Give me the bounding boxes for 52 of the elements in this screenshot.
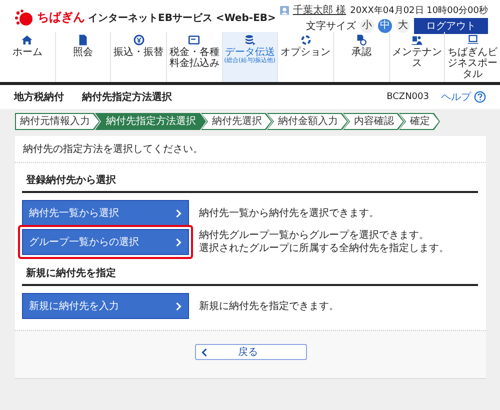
- section-heading: 新規に納付先を指定: [22, 258, 478, 286]
- nav-tab[interactable]: 照会: [54, 32, 110, 82]
- progress-step: 内容確認: [343, 113, 404, 130]
- progress-step: 確定: [399, 113, 440, 130]
- font-size-button[interactable]: 大: [396, 19, 410, 33]
- instruction-text: 納付先の指定方法を選択してください。: [15, 136, 486, 163]
- progress-step: 納付元情報入力: [15, 113, 100, 130]
- font-size-label: 文字サイズ: [306, 20, 356, 33]
- nav-tab[interactable]: 振込・振替: [110, 32, 166, 82]
- nav-tab[interactable]: 承認: [333, 32, 389, 82]
- option-button[interactable]: 新規に納付先を入力: [22, 293, 189, 319]
- gear-icon: [300, 34, 312, 46]
- home-icon: [21, 34, 34, 46]
- chevron-left-icon: [200, 348, 208, 356]
- yen-icon: [132, 34, 145, 46]
- option-description: 納付先一覧から納付先を選択できます。: [199, 206, 379, 220]
- person-icon: [411, 34, 424, 46]
- logout-button[interactable]: ログアウト: [414, 18, 488, 34]
- card-icon: [188, 34, 200, 46]
- page-title: 納付先指定方法選択: [82, 90, 173, 104]
- option-button[interactable]: グループ一覧からの選択: [22, 229, 189, 255]
- nav-tab[interactable]: メンテナンス: [388, 32, 444, 82]
- font-size-button[interactable]: 中: [378, 19, 392, 33]
- user-icon: [280, 6, 289, 14]
- page-category: 地方税納付: [14, 90, 64, 104]
- option-description: 納付先グループ一覧からグループを選択できます。: [199, 229, 430, 242]
- help-link[interactable]: ヘルプ: [441, 90, 471, 104]
- service-name: インターネットEBサービス <Web-EB>: [88, 12, 276, 24]
- user-name-link[interactable]: 千葉太郎 様: [292, 3, 346, 17]
- nav-tab[interactable]: ホーム: [0, 32, 55, 82]
- laptop-icon: [466, 34, 479, 46]
- logo-icon: [14, 8, 34, 26]
- chevron-right-icon: [175, 302, 182, 310]
- database-icon: [244, 34, 256, 46]
- progress-step: 納付金額入力: [267, 113, 348, 130]
- progress-step: 納付先指定方法選択: [95, 113, 206, 130]
- font-size-button[interactable]: 小: [360, 19, 374, 33]
- option-button[interactable]: 納付先一覧から選択: [22, 200, 189, 226]
- option-description: 選択されたグループに所属する全納付先を指定します。: [199, 242, 449, 255]
- login-datetime: 20XX年04月02日 10時00分00秒: [350, 4, 488, 16]
- nav-tab[interactable]: オプション: [277, 32, 334, 82]
- screen-id: BCZN003: [386, 92, 429, 102]
- document-icon: [77, 34, 89, 46]
- progress-step: 納付先選択: [201, 113, 272, 130]
- chevron-right-icon: [175, 238, 182, 246]
- option-description: 新規に納付先を指定できます。: [199, 300, 339, 312]
- chevron-right-icon: [175, 208, 182, 218]
- help-icon[interactable]: [474, 91, 486, 103]
- back-button[interactable]: 戻る: [194, 344, 306, 360]
- bank-logo: ちばぎん: [37, 9, 85, 26]
- section-heading: 登録納付先から選択: [22, 165, 478, 193]
- nav-tab[interactable]: ちばぎんビジネスポータル: [444, 32, 500, 82]
